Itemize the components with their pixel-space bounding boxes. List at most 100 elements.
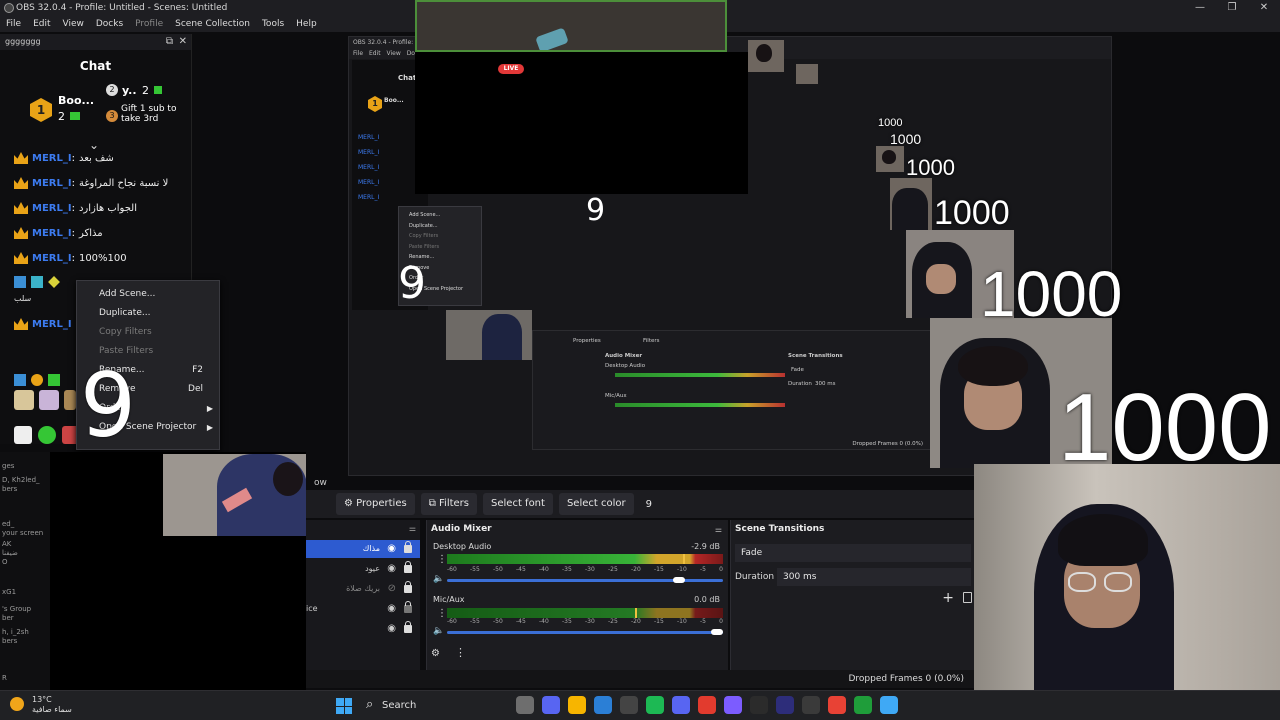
source-item[interactable]: ◉ [306, 620, 420, 638]
taskbar-app-icon[interactable] [516, 696, 534, 714]
speaker-icon[interactable]: 🔈 [433, 626, 444, 636]
audio-mixer-panel: Audio Mixer ⚌ Desktop Audio -2.9 dB ⋮ -6… [426, 520, 728, 670]
sun-icon [10, 697, 24, 711]
leader-1-name: Boo... [58, 94, 95, 107]
taskbar-app-icon[interactable] [620, 696, 638, 714]
close-button[interactable]: ✕ [1248, 0, 1280, 16]
more-options-icon[interactable]: ⋮ [437, 554, 447, 565]
lock-icon[interactable] [404, 581, 412, 593]
menu-tools[interactable]: Tools [256, 16, 290, 32]
chat-user[interactable]: MERL_I [32, 203, 72, 214]
eye-icon[interactable]: ◉ [387, 600, 396, 618]
add-transition-icon[interactable]: + [942, 590, 954, 606]
taskbar-app-icon[interactable] [568, 696, 586, 714]
panel-menu-icon[interactable]: ⚌ [409, 524, 416, 533]
taskbar-app-icon[interactable] [698, 696, 716, 714]
source-item[interactable]: عيود ◉ [306, 560, 420, 578]
duration-input[interactable]: 300 ms [777, 568, 971, 586]
person-head [273, 462, 303, 496]
taskbar-app-icon[interactable] [750, 696, 768, 714]
select-font-button[interactable]: Select font [483, 493, 553, 515]
tick: -30 [585, 618, 595, 625]
menu-view[interactable]: View [57, 16, 90, 32]
source-item[interactable]: بريك صلاة ⊘ [306, 580, 420, 598]
tick: -45 [516, 566, 526, 573]
menu-scene-collection[interactable]: Scene Collection [169, 16, 256, 32]
lock-icon[interactable] [404, 541, 412, 553]
weather-widget[interactable]: 13°C سماء صافية [10, 695, 72, 715]
chat-text: لا نسبة نجاح المراوغة [78, 178, 169, 189]
select-color-button[interactable]: Select color [558, 493, 634, 515]
menu-file[interactable]: File [0, 16, 27, 32]
taskbar-app-icon[interactable] [646, 696, 664, 714]
menu-profile[interactable]: Profile [129, 16, 169, 32]
volume-slider[interactable] [447, 631, 723, 634]
source-item[interactable]: ice ◉ [306, 600, 420, 618]
chat-user[interactable]: MERL_I [32, 153, 72, 164]
menu-duplicate[interactable]: Duplicate... [77, 304, 219, 323]
nested-chat-user: MERL_I [358, 164, 380, 171]
lock-icon[interactable] [404, 601, 412, 613]
chat-dock-label: ggggggg [5, 37, 41, 46]
tick: -55 [470, 566, 480, 573]
speaker-icon[interactable]: 🔈 [433, 574, 444, 584]
eye-icon[interactable]: ◉ [387, 540, 396, 558]
mixer-menu-icon[interactable]: ⋮ [455, 646, 466, 659]
taskbar-app-icon[interactable] [880, 696, 898, 714]
menu-add-scene[interactable]: Add Scene... [77, 285, 219, 304]
mixer-settings-icon[interactable]: ⚙ [431, 648, 440, 659]
eye-icon[interactable]: ◉ [387, 560, 396, 578]
eye-icon[interactable]: ◉ [387, 620, 396, 638]
taskbar-app-icon[interactable] [802, 696, 820, 714]
source-item[interactable]: مذاك ◉ [306, 540, 420, 558]
menu-shortcut: Del [188, 384, 203, 394]
transition-select[interactable]: Fade [735, 544, 971, 562]
eye-hidden-icon[interactable]: ⊘ [388, 580, 396, 598]
chat-user[interactable]: MERL_I [32, 253, 72, 264]
volume-slider-knob[interactable] [673, 577, 685, 583]
menu-docks[interactable]: Docks [90, 16, 129, 32]
maximize-button[interactable]: ❐ [1216, 0, 1248, 16]
tick: 0 [719, 618, 723, 625]
menu-edit[interactable]: Edit [27, 16, 56, 32]
properties-button[interactable]: ⚙ Properties [336, 493, 415, 515]
chat-user[interactable]: MERL_I [32, 228, 72, 239]
panel-menu-icon[interactable]: ⚌ [715, 525, 722, 534]
hoodie-shape [482, 314, 522, 360]
nested-webcam [446, 310, 532, 360]
lock-icon[interactable] [404, 561, 412, 573]
trash-icon[interactable] [963, 592, 972, 603]
taskbar-app-icon[interactable] [828, 696, 846, 714]
emote-icon [14, 426, 32, 444]
lock-icon[interactable] [404, 621, 412, 633]
tick: -25 [608, 618, 618, 625]
taskbar-search[interactable]: Search [364, 696, 504, 715]
sources-panel: ⚌ مذاك ◉ عيود ◉ بريك صلاة ⊘ ice ◉ ◉ [306, 520, 420, 670]
collapse-chevron-icon[interactable]: ⌄ [89, 138, 99, 152]
nested-rank-badge: 1 [368, 96, 382, 112]
close-dock-icon[interactable]: ✕ [179, 34, 187, 50]
peak-indicator [635, 608, 637, 618]
webcam-feed-small [163, 454, 306, 536]
tick: -15 [654, 618, 664, 625]
chat-user[interactable]: MERL_I [32, 319, 72, 330]
gift-icon [154, 86, 162, 94]
crown-icon [14, 227, 28, 239]
taskbar-app-icon[interactable] [854, 696, 872, 714]
taskbar-app-icon[interactable] [542, 696, 560, 714]
undock-icon[interactable]: ⧉ [166, 34, 173, 50]
windows-start-icon[interactable] [336, 698, 352, 714]
volume-slider-knob[interactable] [711, 629, 723, 635]
leaderboard: 1 Boo... 2 2 y.. 2 3 Gift 1 sub to take … [28, 84, 188, 136]
taskbar-app-icon[interactable] [672, 696, 690, 714]
text-value-field[interactable]: 9 [646, 499, 652, 510]
taskbar-app-icon[interactable] [594, 696, 612, 714]
overlay-counter: 1000 [890, 131, 922, 147]
more-options-icon[interactable]: ⋮ [437, 608, 447, 619]
chat-user[interactable]: MERL_I [32, 178, 72, 189]
filters-button[interactable]: ⧉ Filters [420, 493, 478, 515]
minimize-button[interactable]: — [1184, 0, 1216, 16]
menu-help[interactable]: Help [290, 16, 323, 32]
taskbar-app-icon[interactable] [724, 696, 742, 714]
taskbar-app-icon[interactable] [776, 696, 794, 714]
